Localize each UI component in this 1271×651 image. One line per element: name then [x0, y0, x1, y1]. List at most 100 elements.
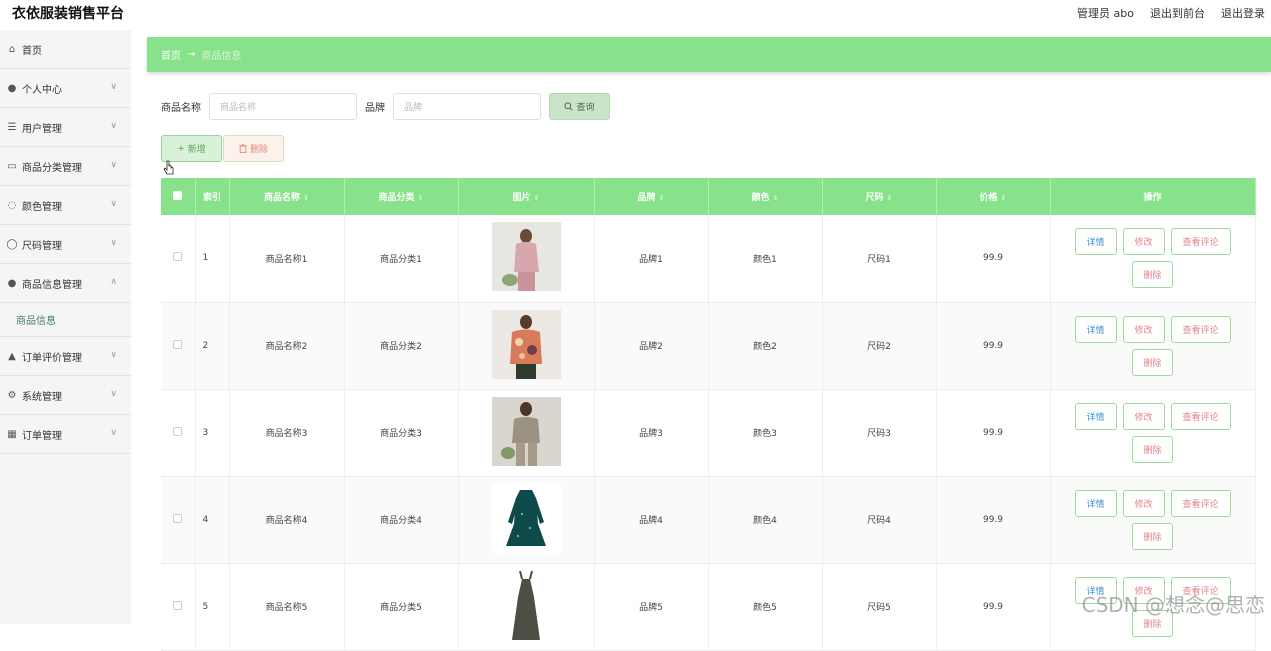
- product-name-placeholder: 商品名称: [220, 100, 256, 113]
- row-category: 商品分类1: [344, 215, 458, 302]
- search-button[interactable]: 查询: [549, 93, 610, 120]
- row-price: 99.9: [936, 302, 1050, 389]
- sort-icon[interactable]: ⇕: [659, 194, 665, 202]
- detail-button[interactable]: 详情: [1075, 403, 1117, 430]
- row-checkbox-cell[interactable]: [161, 476, 195, 563]
- batch-delete-button[interactable]: 删除: [223, 135, 284, 162]
- column-header-index: 索引: [195, 178, 229, 215]
- column-header-actions: 操作: [1050, 178, 1255, 215]
- row-size: 尺码2: [822, 302, 936, 389]
- column-header-category[interactable]: 商品分类⇕: [344, 178, 458, 215]
- sidebar-item-color-management[interactable]: ◌ 颜色管理 ∨: [0, 186, 131, 225]
- row-actions: 详情 修改 查看评论 删除: [1050, 215, 1255, 302]
- chevron-down-icon: ∨: [110, 238, 117, 248]
- column-header-image[interactable]: 图片⇕: [458, 178, 594, 215]
- chevron-up-icon: ∧: [110, 277, 117, 287]
- sort-icon[interactable]: ⇕: [773, 194, 779, 202]
- product-image[interactable]: [492, 571, 561, 640]
- sidebar: ⌂ 首页 ● 个人中心 ∨ ☰ 用户管理 ∨ ▭ 商品分类管理 ∨ ◌ 颜色管理…: [0, 30, 131, 624]
- main-content: 首页 → 商品信息 商品名称 商品名称 品牌 品牌 查询 + 新增 删除: [147, 37, 1271, 72]
- row-brand: 品牌2: [594, 302, 708, 389]
- detail-button[interactable]: 详情: [1075, 316, 1117, 343]
- row-checkbox-cell[interactable]: [161, 302, 195, 389]
- row-checkbox-cell[interactable]: [161, 215, 195, 302]
- row-checkbox[interactable]: [173, 427, 182, 436]
- list-icon: ☰: [6, 121, 18, 133]
- sidebar-item-category-management[interactable]: ▭ 商品分类管理 ∨: [0, 147, 131, 186]
- view-comments-button[interactable]: 查看评论: [1171, 490, 1231, 517]
- sort-icon[interactable]: ⇕: [303, 194, 309, 202]
- delete-button[interactable]: 删除: [1132, 523, 1173, 550]
- row-category: 商品分类3: [344, 389, 458, 476]
- product-image[interactable]: [492, 310, 561, 379]
- row-category: 商品分类2: [344, 302, 458, 389]
- detail-button[interactable]: 详情: [1075, 228, 1117, 255]
- row-checkbox[interactable]: [173, 252, 182, 261]
- brand-input[interactable]: 品牌: [393, 93, 541, 120]
- column-header-name[interactable]: 商品名称⇕: [229, 178, 344, 215]
- power-icon: ◯: [6, 238, 18, 250]
- sidebar-item-order-review-management[interactable]: ▲ 订单评价管理 ∨: [0, 337, 131, 376]
- delete-button[interactable]: 删除: [1132, 261, 1173, 288]
- sort-icon[interactable]: ⇕: [1001, 194, 1007, 202]
- select-all-checkbox[interactable]: [173, 191, 182, 200]
- product-table: 索引 商品名称⇕ 商品分类⇕ 图片⇕ 品牌⇕ 颜色⇕ 尺码⇕ 价格⇕ 操作 1 …: [161, 178, 1255, 651]
- row-size: 尺码4: [822, 476, 936, 563]
- exit-to-front-link[interactable]: 退出到前台: [1150, 5, 1205, 21]
- view-comments-button[interactable]: 查看评论: [1171, 228, 1231, 255]
- row-name: 商品名称3: [229, 389, 344, 476]
- row-checkbox[interactable]: [173, 514, 182, 523]
- view-comments-button[interactable]: 查看评论: [1171, 403, 1231, 430]
- monitor-icon: ▭: [6, 160, 18, 172]
- delete-button[interactable]: 删除: [1132, 436, 1173, 463]
- column-header-color[interactable]: 颜色⇕: [708, 178, 822, 215]
- app-title: 衣依服装销售平台: [12, 3, 124, 23]
- logout-link[interactable]: 退出登录: [1221, 5, 1265, 21]
- sidebar-item-size-management[interactable]: ◯ 尺码管理 ∨: [0, 225, 131, 264]
- sidebar-item-label: 系统管理: [22, 388, 62, 403]
- search-form: 商品名称 商品名称 品牌 品牌 查询: [161, 93, 610, 120]
- column-header-size[interactable]: 尺码⇕: [822, 178, 936, 215]
- sort-icon[interactable]: ⇕: [418, 194, 424, 202]
- sidebar-subitem-product-info[interactable]: 商品信息: [0, 303, 131, 337]
- sidebar-item-order-management[interactable]: ▦ 订单管理 ∨: [0, 415, 131, 454]
- edit-button[interactable]: 修改: [1123, 228, 1165, 255]
- sidebar-item-user-management[interactable]: ☰ 用户管理 ∨: [0, 108, 131, 147]
- row-checkbox[interactable]: [173, 601, 182, 610]
- row-checkbox-cell[interactable]: [161, 389, 195, 476]
- edit-button[interactable]: 修改: [1123, 403, 1165, 430]
- row-checkbox-cell[interactable]: [161, 563, 195, 650]
- sidebar-item-home[interactable]: ⌂ 首页: [0, 30, 131, 69]
- table-row: 1 商品名称1 商品分类1 品牌1 颜色1 尺码1 99.9 详情: [161, 215, 1255, 302]
- sort-icon[interactable]: ⇕: [534, 194, 540, 202]
- grid-icon: ▦: [6, 428, 18, 440]
- product-image[interactable]: [492, 484, 561, 553]
- chevron-down-icon: ∨: [110, 428, 117, 438]
- edit-button[interactable]: 修改: [1123, 316, 1165, 343]
- delete-button[interactable]: 删除: [1132, 349, 1173, 376]
- product-name-input[interactable]: 商品名称: [209, 93, 357, 120]
- column-header-brand[interactable]: 品牌⇕: [594, 178, 708, 215]
- row-name: 商品名称4: [229, 476, 344, 563]
- sidebar-item-system-management[interactable]: ⚙ 系统管理 ∨: [0, 376, 131, 415]
- search-icon: [564, 102, 573, 111]
- add-button[interactable]: + 新增: [161, 135, 222, 162]
- detail-button[interactable]: 详情: [1075, 490, 1117, 517]
- breadcrumb-home[interactable]: 首页: [161, 47, 181, 62]
- row-price: 99.9: [936, 215, 1050, 302]
- row-checkbox[interactable]: [173, 340, 182, 349]
- sidebar-item-product-info-management[interactable]: ● 商品信息管理 ∧: [0, 264, 131, 303]
- column-header-price[interactable]: 价格⇕: [936, 178, 1050, 215]
- product-image[interactable]: [492, 222, 561, 291]
- product-image[interactable]: [492, 397, 561, 466]
- sidebar-item-label: 个人中心: [22, 81, 62, 96]
- sidebar-item-label: 首页: [22, 42, 42, 57]
- row-index: 5: [195, 563, 229, 650]
- table-row: 4 商品名称4 商品分类4 品牌4 颜色4 尺码4 99.9 详情: [161, 476, 1255, 563]
- sidebar-item-personal-center[interactable]: ● 个人中心 ∨: [0, 69, 131, 108]
- sort-icon[interactable]: ⇕: [887, 194, 893, 202]
- select-all-header[interactable]: [161, 178, 195, 215]
- chevron-down-icon: ∨: [110, 82, 117, 92]
- view-comments-button[interactable]: 查看评论: [1171, 316, 1231, 343]
- edit-button[interactable]: 修改: [1123, 490, 1165, 517]
